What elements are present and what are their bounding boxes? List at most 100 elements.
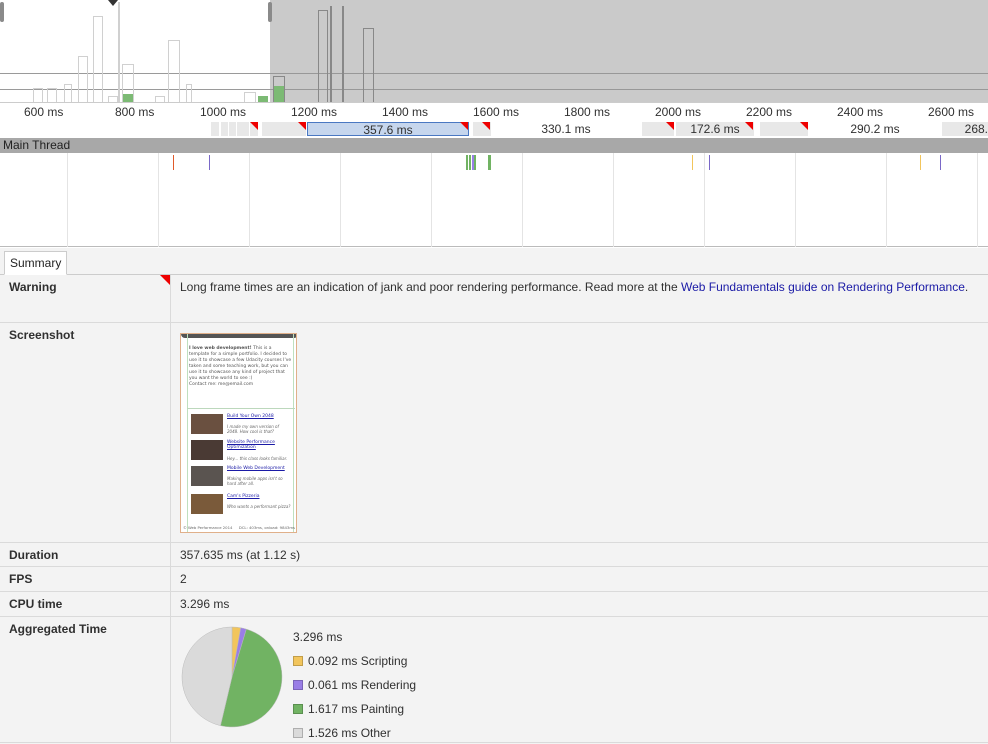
warning-row: Warning Long frame times are an indicati… — [0, 275, 988, 323]
grid-line — [522, 153, 523, 247]
screenshot-intro: I love web development! This is a templa… — [189, 346, 293, 388]
long-frame-warning-icon — [298, 122, 306, 130]
screenshot-item-image — [191, 466, 223, 486]
warning-label: Warning — [9, 280, 57, 294]
screenshot-item-image — [191, 414, 223, 434]
grid-line — [977, 153, 978, 247]
details-tab-bar: Summary — [0, 248, 988, 275]
long-frame-warning-icon — [460, 122, 468, 130]
legend-item-scripting: 0.092 ms Scripting — [293, 654, 407, 668]
long-frame-warning-icon — [482, 122, 490, 130]
frame-block[interactable] — [211, 122, 219, 136]
main-thread-track[interactable] — [0, 153, 988, 247]
overview-caret-icon — [108, 0, 118, 6]
frame-block[interactable] — [221, 122, 228, 136]
screenshot-item-image — [191, 440, 223, 460]
column-separator — [170, 617, 171, 742]
screenshot-item-title: Website Performance Optimization — [227, 440, 275, 450]
overview-right-handle[interactable] — [268, 2, 272, 22]
overview-unselected-region — [270, 0, 988, 102]
screenshot-item-title: Mobile Web Development — [227, 466, 285, 471]
overview-frame-bar — [118, 2, 120, 102]
screenshot-guide — [293, 334, 294, 532]
column-separator — [170, 323, 171, 542]
task-mark[interactable] — [474, 155, 476, 170]
screenshot-footer: © Web Performance 2014 DCL: 403ms, onloa… — [183, 525, 295, 530]
cpu-time-row: CPU time 3.296 ms — [0, 592, 988, 617]
frame-block[interactable]: 290.2 ms — [812, 122, 938, 136]
overview-frame-bar — [168, 40, 180, 102]
overview-frame-bar — [363, 28, 374, 102]
legend-item-painting: 1.617 ms Painting — [293, 702, 404, 716]
ruler-tick-label: 2400 ms — [837, 105, 884, 119]
selected-frame[interactable]: 357.6 ms — [307, 122, 469, 136]
grid-line — [249, 153, 250, 247]
rendering-performance-link[interactable]: Web Fundamentals guide on Rendering Perf… — [681, 280, 965, 294]
timeline-overview[interactable] — [0, 0, 988, 102]
task-mark[interactable] — [709, 155, 710, 170]
frame-block[interactable]: 268. — [942, 122, 988, 136]
ruler-tick-label: 1000 ms — [200, 105, 247, 119]
legend-label: 1.617 ms Painting — [308, 702, 405, 716]
long-frame-warning-icon — [745, 122, 753, 130]
overview-frame-bar — [186, 84, 192, 102]
overview-frame-bar — [78, 56, 88, 102]
frame-block[interactable]: 172.6 ms — [676, 122, 754, 136]
aggregated-time-pie — [181, 626, 283, 728]
long-frame-warning-icon — [800, 122, 808, 130]
ruler-tick-label: 1800 ms — [564, 105, 611, 119]
warning-text: Long frame times are an indication of ja… — [180, 280, 681, 294]
screenshot-header — [181, 334, 296, 338]
grid-line — [886, 153, 887, 247]
overview-paint-bar — [123, 94, 133, 102]
legend-label: 0.061 ms Rendering — [308, 678, 417, 692]
rendering-swatch-icon — [293, 680, 303, 690]
screenshot-item-sub: Making mobile apps isn't so hard after a… — [227, 476, 283, 486]
task-mark[interactable] — [173, 155, 174, 170]
screenshot-item: Cam's Pizzeria Who wants a performant pi… — [191, 494, 291, 518]
screenshot-item-image — [191, 494, 223, 514]
overview-frame-bar — [47, 88, 57, 102]
frame-block[interactable] — [229, 122, 236, 136]
task-mark[interactable] — [692, 155, 693, 170]
scripting-swatch-icon — [293, 656, 303, 666]
frame-block[interactable] — [237, 122, 249, 136]
task-mark[interactable] — [466, 155, 468, 170]
frame-block[interactable]: 330.1 ms — [492, 122, 640, 136]
task-mark[interactable] — [940, 155, 941, 170]
task-mark[interactable] — [920, 155, 921, 170]
screenshot-item-title: Build Your Own 2048 — [227, 414, 274, 419]
ruler-tick-label: 1400 ms — [382, 105, 429, 119]
screenshot-divider — [187, 408, 295, 409]
screenshot-intro-text: This is a template for a simple portfoli… — [189, 346, 292, 381]
task-mark[interactable] — [488, 155, 491, 170]
column-separator — [170, 275, 171, 322]
time-ruler: 600 ms 800 ms 1000 ms 1200 ms 1400 ms 16… — [0, 102, 988, 120]
long-frame-warning-icon — [250, 122, 258, 130]
fps-label: FPS — [9, 572, 33, 586]
column-separator — [170, 567, 171, 591]
ruler-tick-label: 2600 ms — [928, 105, 975, 119]
screenshot-footer-left: © Web Performance 2014 — [183, 525, 233, 530]
page-screenshot-thumbnail[interactable]: I love web development! This is a templa… — [180, 333, 297, 533]
overview-left-handle[interactable] — [0, 2, 4, 22]
grid-line — [158, 153, 159, 247]
legend-label: 0.092 ms Scripting — [308, 654, 408, 668]
warning-message: Long frame times are an indication of ja… — [180, 275, 980, 299]
screenshot-item-sub: Hey... this class looks familiar. — [227, 456, 288, 461]
task-mark[interactable] — [469, 155, 471, 170]
legend-item-other: 1.526 ms Other — [293, 726, 391, 740]
overview-frame-bar — [244, 92, 256, 102]
cpu-time-label: CPU time — [9, 597, 63, 611]
screenshot-item-sub: I made my own version of 2048. How cool … — [227, 424, 279, 434]
overview-frame-bar — [64, 84, 72, 102]
overview-frame-bar — [342, 6, 344, 102]
warning-suffix: . — [964, 280, 969, 294]
screenshot-footer-right: DCL: 403ms, onload: 9843ms — [238, 525, 295, 530]
legend-item-rendering: 0.061 ms Rendering — [293, 678, 416, 692]
duration-label: Duration — [9, 548, 59, 562]
task-mark[interactable] — [209, 155, 210, 170]
fps-row: FPS 2 — [0, 567, 988, 592]
tab-summary[interactable]: Summary — [4, 251, 68, 275]
main-thread-header[interactable]: Main Thread — [0, 138, 988, 153]
